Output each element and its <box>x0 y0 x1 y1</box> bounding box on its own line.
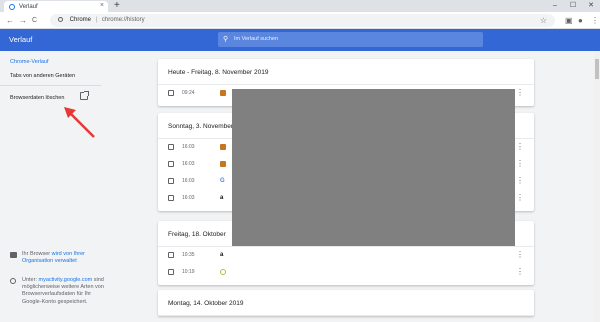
maximize-button[interactable]: ☐ <box>564 0 582 12</box>
visit-time: 09:24 <box>182 90 195 96</box>
browser-toolbar: ← → C Chrome | chrome://history ☆ ▣ ● ⋮ <box>0 12 600 29</box>
note-prefix: Unter: <box>22 277 39 283</box>
chrome-menu-icon[interactable]: ⋮ <box>591 15 599 26</box>
sidebar-divider <box>0 85 101 86</box>
building-icon <box>10 252 17 258</box>
activity-note: Unter: myactivity.google.com sind möglic… <box>10 277 105 306</box>
amazon-a-favicon-icon: a <box>220 195 224 201</box>
profile-icon[interactable]: ● <box>578 15 583 26</box>
site-info-icon[interactable] <box>58 16 63 22</box>
forward-arrow-icon[interactable]: → <box>19 15 27 26</box>
close-tab-icon[interactable]: × <box>100 2 104 9</box>
back-arrow-icon[interactable]: ← <box>6 15 14 26</box>
row-menu-icon[interactable]: ⋮ <box>516 249 524 261</box>
scrollbar[interactable] <box>594 51 600 322</box>
search-icon: ⚲ <box>223 36 229 43</box>
visit-time: 16:03 <box>182 161 195 167</box>
managed-browser-notice: Ihr Browser wird von Ihrer Organisation … <box>10 251 105 265</box>
history-search-input[interactable]: ⚲ Im Verlauf suchen <box>218 32 483 47</box>
address-bar[interactable]: Chrome | chrome://history ☆ <box>50 14 555 27</box>
scrollbar-thumb[interactable] <box>595 59 599 79</box>
row-menu-icon[interactable]: ⋮ <box>516 175 524 187</box>
briefcase-favicon-icon <box>220 161 226 167</box>
row-checkbox[interactable] <box>168 195 174 201</box>
row-menu-icon[interactable]: ⋮ <box>516 192 524 204</box>
row-menu-icon[interactable]: ⋮ <box>516 266 524 278</box>
visit-time: 10:19 <box>182 269 195 275</box>
history-day-card: Montag, 14. Oktober 2019 <box>158 290 534 316</box>
reload-icon[interactable]: C <box>32 15 37 26</box>
row-menu-icon[interactable]: ⋮ <box>516 158 524 170</box>
tab-history[interactable]: Verlauf × <box>4 1 108 12</box>
window-controls: – ☐ ✕ <box>546 0 600 12</box>
red-arrow-icon <box>64 107 95 138</box>
row-menu-icon[interactable]: ⋮ <box>516 87 524 99</box>
myactivity-link[interactable]: myactivity.google.com <box>39 277 93 283</box>
tab-title: Verlauf <box>19 3 38 10</box>
row-checkbox[interactable] <box>168 144 174 150</box>
managed-prefix: Ihr Browser <box>22 251 52 257</box>
history-row[interactable]: 10:19 ⋮ <box>158 264 534 281</box>
url-separator: | <box>95 17 98 23</box>
sidebar-item-clear-browsing-data[interactable]: Browserdaten löschen <box>10 95 64 101</box>
sidebar-item-chrome-history[interactable]: Chrome-Verlauf <box>10 59 49 65</box>
row-checkbox[interactable] <box>168 161 174 167</box>
open-in-new-icon[interactable] <box>80 91 89 100</box>
row-menu-icon[interactable]: ⋮ <box>516 141 524 153</box>
site-label: Chrome <box>69 17 92 23</box>
visit-time: 16:03 <box>182 195 195 201</box>
briefcase-favicon-icon <box>220 144 226 150</box>
row-checkbox[interactable] <box>168 252 174 258</box>
history-row[interactable]: 10:35 a ⋮ <box>158 247 534 264</box>
day-heading: Montag, 14. Oktober 2019 <box>158 290 534 316</box>
visit-time: 16:03 <box>182 144 195 150</box>
google-g-favicon-icon: G <box>220 178 225 184</box>
new-tab-button[interactable]: + <box>114 0 120 12</box>
redaction-block <box>232 89 515 246</box>
extension-shield-icon[interactable]: ▣ <box>565 15 573 26</box>
visit-time: 10:35 <box>182 252 195 258</box>
tab-strip: Verlauf × + – ☐ ✕ <box>0 0 600 12</box>
row-checkbox[interactable] <box>168 178 174 184</box>
briefcase-favicon-icon <box>220 90 226 96</box>
history-header: Verlauf ⚲ Im Verlauf suchen <box>0 29 600 51</box>
day-heading: Heute - Freitag, 8. November 2019 <box>158 59 534 85</box>
visit-time: 16:03 <box>182 178 195 184</box>
amazon-a-favicon-icon: a <box>220 252 224 258</box>
url-text: chrome://history <box>101 17 145 23</box>
minimize-button[interactable]: – <box>546 0 564 12</box>
bookmark-star-icon[interactable]: ☆ <box>540 14 547 27</box>
close-window-button[interactable]: ✕ <box>582 0 600 12</box>
sidebar-item-other-devices[interactable]: Tabs von anderen Geräten <box>10 73 75 79</box>
page-title: Verlauf <box>9 35 33 44</box>
circle-favicon-icon <box>220 269 226 275</box>
search-placeholder: Im Verlauf suchen <box>234 36 279 42</box>
history-favicon-icon <box>9 3 15 10</box>
info-icon <box>10 278 16 284</box>
row-checkbox[interactable] <box>168 269 174 275</box>
row-checkbox[interactable] <box>168 90 174 96</box>
